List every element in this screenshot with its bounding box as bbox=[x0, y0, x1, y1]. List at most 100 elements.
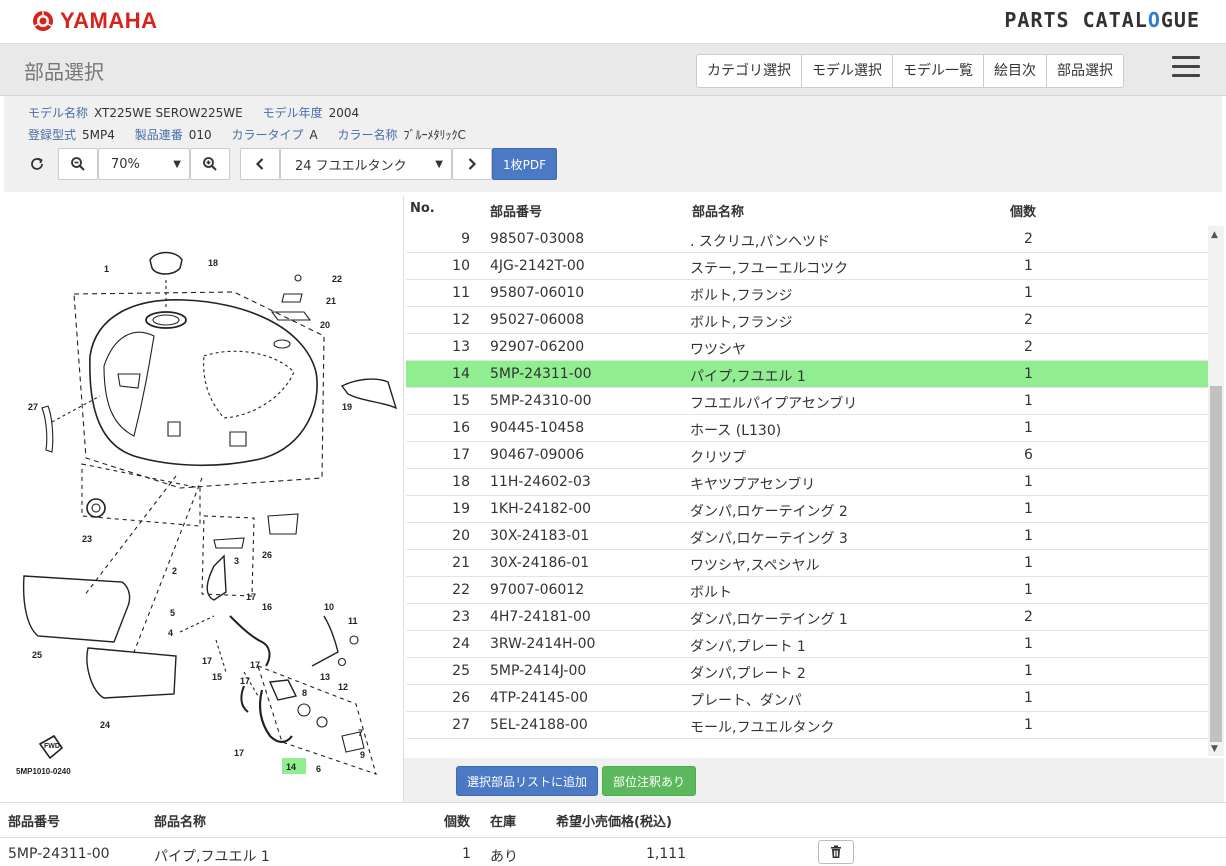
row-part-number: 1KH-24182-00 bbox=[490, 501, 592, 517]
diagram-label[interactable]: 8 bbox=[302, 688, 307, 698]
table-row[interactable]: 25 5MP-2414J-00 ダンパ,プレート 2 1 bbox=[406, 658, 1208, 685]
nav-model-select[interactable]: モデル選択 bbox=[802, 55, 893, 87]
model-info-panel: モデル名称 XT225WE SEROW225WE モデル年度 2004 登録型式 5M… bbox=[4, 96, 1222, 192]
table-row[interactable]: 13 92907-06200 ワツシヤ 2 bbox=[406, 334, 1208, 361]
diagram-label[interactable]: 10 bbox=[324, 602, 334, 612]
row-part-name: パイプ,フユエル 1 bbox=[690, 369, 806, 385]
row-part-name: ワツシヤ,スペシヤル bbox=[690, 558, 820, 574]
diagram-label[interactable]: 17 bbox=[202, 656, 212, 666]
table-row[interactable]: 18 11H-24602-03 キヤツプアセンブリ 1 bbox=[406, 469, 1208, 496]
nav-model-list[interactable]: モデル一覧 bbox=[893, 55, 984, 87]
scroll-down-arrow-icon[interactable]: ▼ bbox=[1211, 744, 1218, 754]
diagram-label[interactable]: 20 bbox=[320, 320, 330, 330]
page-select[interactable]: 24 フユエルタンク ▼ bbox=[280, 148, 452, 180]
table-row[interactable]: 10 4JG-2142T-00 ステー,フユーエルコツク 1 bbox=[406, 253, 1208, 280]
diagram-label[interactable]: 24 bbox=[100, 720, 110, 730]
parts-diagram[interactable]: 1 2 3 4 5 6 7 8 9 10 11 12 13 14 15 16 1… bbox=[4, 196, 404, 802]
diagram-label[interactable]: 17 bbox=[246, 592, 256, 602]
row-part-name: ワツシヤ bbox=[690, 342, 746, 358]
diagram-label[interactable]: 17 bbox=[250, 660, 260, 670]
scrollbar-thumb[interactable] bbox=[1210, 386, 1222, 742]
table-row[interactable]: 9 98507-03008 . スクリユ,パンヘツド 2 bbox=[406, 226, 1208, 253]
row-part-number: 95807-06010 bbox=[490, 285, 585, 301]
selected-parts-table: 部品番号 部品名称 個数 在庫 希望小売価格(税込) 5MP-24311-00 … bbox=[0, 802, 1226, 865]
row-part-number: 95027-06008 bbox=[490, 312, 585, 328]
row-part-name: フユエルパイプアセンブリ bbox=[690, 396, 858, 412]
diagram-label[interactable]: 4 bbox=[168, 628, 173, 638]
diagram-label[interactable]: 11 bbox=[348, 616, 358, 626]
table-row[interactable]: 23 4H7-24181-00 ダンパ,ロケーテイング 1 2 bbox=[406, 604, 1208, 631]
delete-button[interactable] bbox=[818, 840, 854, 864]
diagram-label[interactable]: 23 bbox=[82, 534, 92, 544]
nav-category-select[interactable]: カテゴリ選択 bbox=[697, 55, 802, 87]
table-row[interactable]: 19 1KH-24182-00 ダンパ,ロケーテイング 2 1 bbox=[406, 496, 1208, 523]
row-qty: 1 bbox=[1024, 717, 1033, 733]
yamaha-logo[interactable]: YAMAHA bbox=[32, 8, 158, 34]
sel-header-price: 希望小売価格(税込) bbox=[556, 815, 672, 830]
table-row[interactable]: 11 95807-06010 ボルト,フランジ 1 bbox=[406, 280, 1208, 307]
model-info-row-1: モデル名称 XT225WE SEROW225WE モデル年度 2004 bbox=[28, 104, 375, 121]
diagram-label[interactable]: 19 bbox=[342, 402, 352, 412]
table-row[interactable]: 17 90467-09006 クリツプ 6 bbox=[406, 442, 1208, 469]
next-page-button[interactable] bbox=[452, 148, 492, 180]
row-part-name: ダンパ,ロケーテイング 2 bbox=[690, 504, 848, 520]
diagram-label[interactable]: 5 bbox=[170, 608, 175, 618]
row-no: 13 bbox=[452, 339, 470, 355]
parts-scrollbar[interactable]: ▲ ▼ bbox=[1208, 226, 1224, 756]
table-row[interactable]: 26 4TP-24145-00 プレート、ダンパ 1 bbox=[406, 685, 1208, 712]
diagram-label[interactable]: 25 bbox=[32, 650, 42, 660]
diagram-label[interactable]: 6 bbox=[316, 764, 321, 774]
row-qty: 2 bbox=[1024, 339, 1033, 355]
col-header-no: No. bbox=[410, 201, 435, 216]
row-part-number: 5MP-24310-00 bbox=[490, 393, 592, 409]
row-part-number: 11H-24602-03 bbox=[490, 474, 591, 490]
scroll-up-arrow-icon[interactable]: ▲ bbox=[1211, 230, 1218, 240]
table-row[interactable]: 20 30X-24183-01 ダンパ,ロケーテイング 3 1 bbox=[406, 523, 1208, 550]
diagram-label[interactable]: 9 bbox=[360, 750, 365, 760]
hamburger-menu-icon[interactable] bbox=[1172, 56, 1200, 82]
diagram-label[interactable]: 3 bbox=[234, 556, 239, 566]
diagram-label[interactable]: 2 bbox=[172, 566, 177, 576]
diagram-label[interactable]: 7 bbox=[358, 728, 363, 738]
diagram-label[interactable]: 26 bbox=[262, 550, 272, 560]
fwd-arrow-label: FWD bbox=[44, 743, 60, 750]
nav-parts-select[interactable]: 部品選択 bbox=[1047, 55, 1123, 87]
nav-illustration-index[interactable]: 絵目次 bbox=[984, 55, 1047, 87]
row-part-number: 92907-06200 bbox=[490, 339, 585, 355]
table-row[interactable]: 22 97007-06012 ボルト 1 bbox=[406, 577, 1208, 604]
zoom-out-button[interactable] bbox=[58, 148, 98, 180]
annotation-button[interactable]: 部位注釈あり bbox=[602, 766, 696, 796]
prev-page-button[interactable] bbox=[240, 148, 280, 180]
single-page-pdf-button[interactable]: 1枚PDF bbox=[492, 148, 557, 180]
zoom-in-button[interactable] bbox=[190, 148, 230, 180]
color-name-value: ﾌﾞﾙｰﾒﾀﾘｯｸC bbox=[403, 128, 466, 142]
table-row[interactable]: 21 30X-24186-01 ワツシヤ,スペシヤル 1 bbox=[406, 550, 1208, 577]
table-row[interactable]: 16 90445-10458 ホース (L130) 1 bbox=[406, 415, 1208, 442]
diagram-label[interactable]: 22 bbox=[332, 274, 342, 284]
diagram-label[interactable]: 16 bbox=[262, 602, 272, 612]
zoom-select[interactable]: 70% ▼ bbox=[98, 148, 190, 180]
diagram-label[interactable]: 12 bbox=[338, 682, 348, 692]
diagram-label[interactable]: 21 bbox=[326, 296, 336, 306]
table-row[interactable]: 24 3RW-2414H-00 ダンパ,プレート 1 1 bbox=[406, 631, 1208, 658]
diagram-label[interactable]: 15 bbox=[212, 672, 222, 682]
add-to-selected-list-button[interactable]: 選択部品リストに追加 bbox=[456, 766, 598, 796]
diagram-label-14[interactable]: 14 bbox=[286, 762, 296, 772]
row-part-name: ダンパ,プレート 1 bbox=[690, 639, 806, 655]
trash-icon bbox=[831, 845, 841, 858]
row-qty: 6 bbox=[1024, 447, 1033, 463]
diagram-label[interactable]: 17 bbox=[234, 748, 244, 758]
diagram-label[interactable]: 27 bbox=[28, 402, 38, 412]
table-row[interactable]: 12 95027-06008 ボルト,フランジ 2 bbox=[406, 307, 1208, 334]
diagram-label[interactable]: 18 bbox=[208, 258, 218, 268]
table-row[interactable]: 15 5MP-24310-00 フユエルパイプアセンブリ 1 bbox=[406, 388, 1208, 415]
table-row-selected[interactable]: 14 5MP-24311-00 パイプ,フユエル 1 1 bbox=[406, 361, 1208, 388]
refresh-icon[interactable] bbox=[20, 148, 54, 180]
row-part-number: 98507-03008 bbox=[490, 231, 585, 247]
diagram-label[interactable]: 17 bbox=[240, 676, 250, 686]
row-part-name: ステー,フユーエルコツク bbox=[690, 261, 849, 277]
diagram-label[interactable]: 1 bbox=[104, 264, 109, 274]
row-part-name: ホース (L130) bbox=[690, 423, 782, 439]
diagram-label[interactable]: 13 bbox=[320, 672, 330, 682]
table-row[interactable]: 27 5EL-24188-00 モール,フユエルタンク 1 bbox=[406, 712, 1208, 739]
